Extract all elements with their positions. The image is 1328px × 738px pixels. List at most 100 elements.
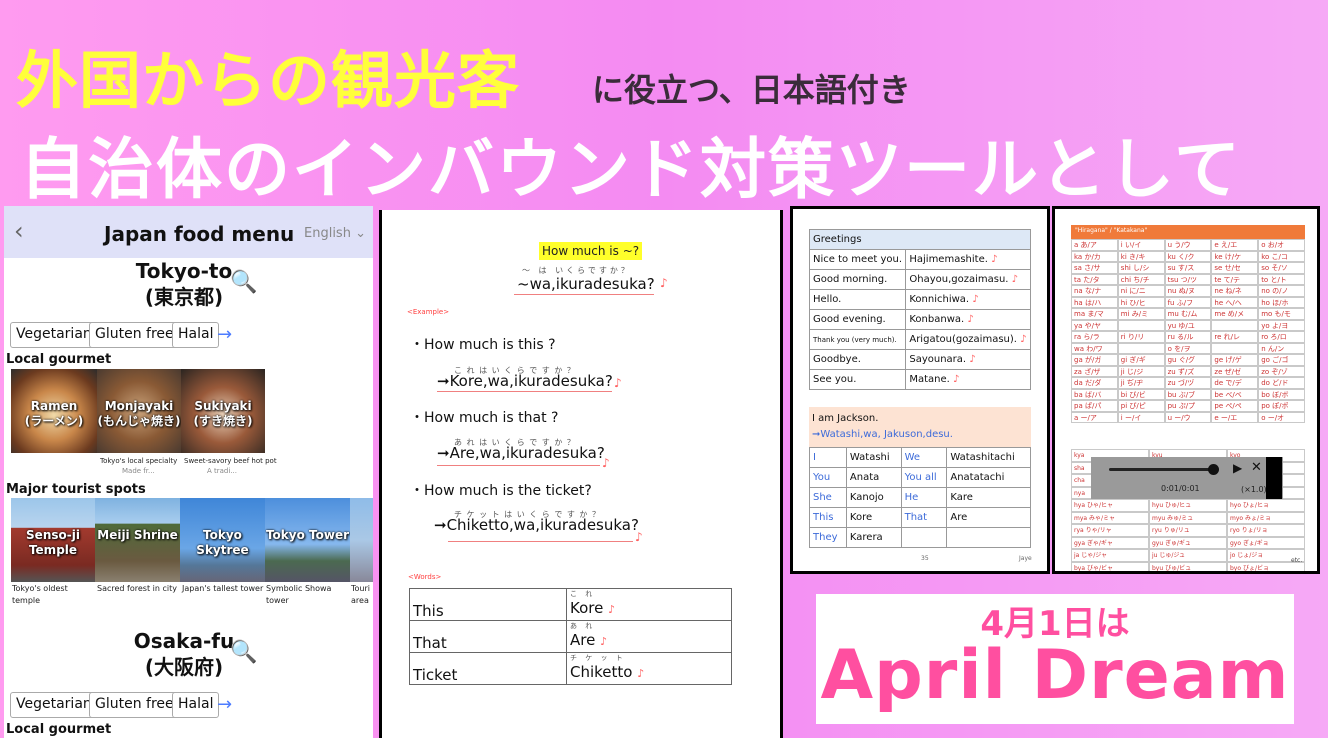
- kana-cell[interactable]: ga が/ガ: [1071, 354, 1118, 366]
- language-selector[interactable]: English ⌄: [304, 226, 366, 241]
- audio-note-icon[interactable]: ♪: [637, 667, 644, 680]
- audio-speed[interactable]: (×1.0): [1241, 485, 1267, 494]
- kana-cell[interactable]: gu ぐ/グ: [1164, 354, 1212, 366]
- kana-combo-cell[interactable]: hyo ひょ/ヒョ: [1227, 499, 1305, 512]
- food-photo-monjayaki[interactable]: Monjayaki (もんじゃ焼き): [97, 369, 181, 453]
- kana-cell[interactable]: de で/デ: [1211, 377, 1259, 389]
- kana-cell[interactable]: bu ぶ/ブ: [1164, 388, 1212, 400]
- kana-cell[interactable]: ku く/ク: [1164, 250, 1212, 262]
- kana-cell[interactable]: ze ぜ/ゼ: [1211, 365, 1259, 377]
- kana-combo-cell[interactable]: gya ぎゃ/ギャ: [1071, 536, 1149, 549]
- spot-photo-meiji-shrine[interactable]: Meiji Shrine: [95, 498, 180, 582]
- audio-note-icon[interactable]: ♪: [660, 276, 668, 290]
- kana-cell[interactable]: bi び/ビ: [1117, 388, 1165, 400]
- kana-cell[interactable]: ke け/ケ: [1211, 250, 1259, 262]
- kana-cell[interactable]: yo よ/ヨ: [1258, 319, 1305, 331]
- kana-cell[interactable]: ru る/ル: [1164, 331, 1212, 343]
- kana-cell[interactable]: he へ/ヘ: [1211, 296, 1259, 308]
- spot-photo-sensoji[interactable]: Senso-ji Temple: [11, 498, 95, 582]
- audio-progress-knob[interactable]: [1208, 464, 1219, 475]
- kana-cell[interactable]: re れ/レ: [1211, 331, 1259, 343]
- kana-combo-cell[interactable]: hyu ひゅ/ヒュ: [1149, 499, 1227, 512]
- kana-combo-cell[interactable]: byu びゅ/ビュ: [1149, 561, 1227, 571]
- filter-gluten-free[interactable]: Gluten free: [89, 322, 180, 348]
- kana-combo-cell[interactable]: ryo りょ/リョ: [1227, 524, 1305, 537]
- kana-cell[interactable]: a あ/ア: [1071, 239, 1118, 251]
- audio-note-icon[interactable]: ♪: [602, 456, 610, 470]
- kana-cell[interactable]: me め/メ: [1211, 308, 1259, 320]
- kana-cell[interactable]: [1117, 319, 1165, 331]
- kana-combo-cell[interactable]: gyo ぎょ/ギョ: [1227, 536, 1305, 549]
- kana-combo-cell[interactable]: mya みゃ/ミャ: [1071, 511, 1149, 524]
- kana-cell[interactable]: chi ち/チ: [1117, 273, 1165, 285]
- back-arrow-icon[interactable]: ‹: [14, 217, 24, 245]
- kana-cell[interactable]: n ん/ン: [1258, 342, 1305, 354]
- kana-cell[interactable]: i い/イ: [1117, 239, 1165, 251]
- filter-gluten-free[interactable]: Gluten free: [89, 692, 180, 718]
- kana-cell[interactable]: ko こ/コ: [1258, 250, 1305, 262]
- kana-cell[interactable]: ji ぢ/ヂ: [1117, 377, 1165, 389]
- kana-cell[interactable]: mo も/モ: [1258, 308, 1305, 320]
- audio-note-icon[interactable]: ♪: [1012, 274, 1018, 285]
- kana-cell[interactable]: u ー/ウ: [1164, 411, 1212, 423]
- audio-note-icon[interactable]: ♪: [1020, 334, 1026, 345]
- kana-cell[interactable]: zo ぞ/ゾ: [1258, 365, 1305, 377]
- kana-cell[interactable]: pi ぴ/ピ: [1117, 400, 1165, 412]
- kana-cell[interactable]: ba ば/バ: [1071, 388, 1118, 400]
- filter-halal[interactable]: Halal: [172, 692, 220, 718]
- audio-note-icon[interactable]: ♪: [967, 314, 973, 325]
- kana-cell[interactable]: pa ぱ/パ: [1071, 400, 1118, 412]
- play-icon[interactable]: ▶: [1233, 461, 1242, 475]
- kana-cell[interactable]: pe ぺ/ペ: [1211, 400, 1259, 412]
- kana-cell[interactable]: fu ふ/フ: [1164, 296, 1212, 308]
- kana-cell[interactable]: na な/ナ: [1071, 285, 1118, 297]
- audio-note-icon[interactable]: ♪: [969, 354, 975, 365]
- kana-cell[interactable]: ro ろ/ロ: [1258, 331, 1305, 343]
- kana-combo-cell[interactable]: ryu りゅ/リュ: [1149, 524, 1227, 537]
- filter-vegetarian[interactable]: Vegetarian: [10, 692, 98, 718]
- kana-cell[interactable]: tsu つ/ツ: [1164, 273, 1212, 285]
- kana-cell[interactable]: zu づ/ヅ: [1164, 377, 1212, 389]
- audio-note-icon[interactable]: ♪: [600, 635, 607, 648]
- kana-cell[interactable]: ra ら/ラ: [1071, 331, 1118, 343]
- kana-cell[interactable]: e ー/エ: [1211, 411, 1259, 423]
- kana-combo-cell[interactable]: bya びゃ/ビャ: [1071, 561, 1149, 571]
- kana-cell[interactable]: ji じ/ジ: [1117, 365, 1165, 377]
- kana-cell[interactable]: do ど/ド: [1258, 377, 1305, 389]
- kana-cell[interactable]: ho ほ/ホ: [1258, 296, 1305, 308]
- spot-photo-partial[interactable]: [350, 498, 373, 582]
- kana-cell[interactable]: ma ま/マ: [1071, 308, 1118, 320]
- kana-cell[interactable]: o を/ヲ: [1164, 342, 1212, 354]
- kana-cell[interactable]: wa わ/ワ: [1071, 342, 1118, 354]
- kana-combo-cell[interactable]: myo みょ/ミョ: [1227, 511, 1305, 524]
- kana-cell[interactable]: su す/ス: [1164, 262, 1212, 274]
- kana-cell[interactable]: ri り/リ: [1117, 331, 1165, 343]
- kana-cell[interactable]: po ぽ/ポ: [1258, 400, 1305, 412]
- kana-cell[interactable]: nu ぬ/ヌ: [1164, 285, 1212, 297]
- kana-cell[interactable]: o お/オ: [1258, 239, 1305, 251]
- search-icon[interactable]: 🔍: [230, 640, 257, 665]
- audio-note-icon[interactable]: ♪: [991, 254, 997, 265]
- kana-cell[interactable]: go ご/ゴ: [1258, 354, 1305, 366]
- kana-cell[interactable]: te て/テ: [1211, 273, 1259, 285]
- audio-progress-track[interactable]: [1109, 468, 1211, 471]
- kana-cell[interactable]: shi し/シ: [1117, 262, 1165, 274]
- audio-note-icon[interactable]: ♪: [972, 294, 978, 305]
- kana-cell[interactable]: hi ひ/ヒ: [1117, 296, 1165, 308]
- kana-cell[interactable]: i ー/イ: [1117, 411, 1165, 423]
- audio-player[interactable]: ▶ ✕ 0:01/0:01 (×1.0): [1091, 457, 1283, 499]
- filter-vegetarian[interactable]: Vegetarian: [10, 322, 98, 348]
- kana-cell[interactable]: ha は/ハ: [1071, 296, 1118, 308]
- kana-combo-cell[interactable]: ja じゃ/ジャ: [1071, 549, 1149, 562]
- kana-combo-cell[interactable]: gyu ぎゅ/ギュ: [1149, 536, 1227, 549]
- kana-cell[interactable]: [1117, 342, 1165, 354]
- arrow-right-icon[interactable]: →: [217, 694, 232, 715]
- spot-photo-skytree[interactable]: Tokyo Skytree: [180, 498, 265, 582]
- kana-cell[interactable]: e え/エ: [1211, 239, 1259, 251]
- food-photo-sukiyaki[interactable]: Sukiyaki (すき焼き): [181, 369, 265, 453]
- audio-note-icon[interactable]: ♪: [614, 376, 622, 390]
- kana-cell[interactable]: [1211, 319, 1259, 331]
- food-photo-ramen[interactable]: Ramen (ラーメン): [11, 369, 97, 453]
- kana-cell[interactable]: yu ゆ/ユ: [1164, 319, 1212, 331]
- kana-cell[interactable]: bo ぼ/ボ: [1258, 388, 1305, 400]
